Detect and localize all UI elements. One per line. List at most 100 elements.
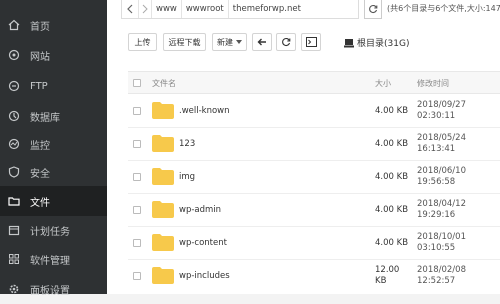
database-icon	[8, 110, 20, 122]
new-button-label: 新建	[217, 37, 233, 47]
arrow-left-icon	[257, 38, 266, 46]
file-size-unit: KB	[375, 276, 387, 286]
sidebar-item-label: 计划任务	[30, 226, 70, 238]
ftp-icon	[8, 80, 20, 92]
column-modified-header[interactable]: 修改时间	[417, 78, 449, 89]
row-checkbox[interactable]	[133, 107, 141, 115]
chevron-right-icon	[142, 4, 148, 14]
folder-icon	[152, 135, 174, 152]
column-name-header[interactable]: 文件名	[152, 78, 176, 89]
chevron-left-icon	[127, 4, 133, 14]
column-size-header[interactable]: 大小	[375, 78, 391, 89]
sidebar-item-label: 文件	[30, 197, 50, 209]
sidebar-item-cron[interactable]: 计划任务	[0, 215, 107, 245]
file-date: 2018/09/27	[417, 100, 466, 110]
root-directory-label: 根目录(31G)	[357, 39, 410, 49]
sidebar-item-label: 面板设置	[30, 285, 70, 297]
file-time: 12:52:57	[417, 276, 456, 286]
file-time: 16:13:41	[417, 144, 456, 154]
shield-icon	[8, 166, 20, 178]
hard-drive-icon	[344, 38, 354, 47]
breadcrumb-themeforwp[interactable]: themeforwp.net	[229, 0, 305, 18]
sidebar-item-label: 网站	[30, 51, 50, 63]
file-name-link[interactable]: 123	[179, 139, 195, 149]
sidebar: 首页 网站 FTP 数据库 监控 安全 文件 计划任务 软件管理 面板设置	[0, 0, 107, 297]
select-all-checkbox[interactable]	[133, 79, 141, 87]
back-button[interactable]	[252, 33, 272, 51]
path-separator	[139, 0, 152, 18]
refresh-icon	[282, 38, 291, 47]
sidebar-item-label: 监控	[30, 140, 50, 152]
row-checkbox[interactable]	[133, 173, 141, 181]
folder-icon	[152, 234, 174, 251]
table-row[interactable]: img 4.00 KB 2018/06/10 19:56:58	[128, 161, 500, 194]
path-back-button[interactable]	[122, 0, 139, 18]
sidebar-item-software[interactable]: 软件管理	[0, 244, 107, 274]
row-checkbox[interactable]	[133, 140, 141, 148]
file-date: 2018/06/10	[417, 166, 466, 176]
path-refresh-button[interactable]	[364, 0, 382, 19]
row-checkbox[interactable]	[133, 239, 141, 247]
file-size: 4.00 KB	[375, 139, 409, 149]
terminal-icon	[305, 37, 317, 47]
file-table: 文件名 大小 修改时间 .well-known 4.00 KB 2018/09/…	[128, 71, 500, 294]
sidebar-item-monitor[interactable]: 监控	[0, 129, 107, 159]
sidebar-item-database[interactable]: 数据库	[0, 101, 107, 131]
file-time: 19:29:16	[417, 210, 456, 220]
terminal-button[interactable]	[301, 33, 321, 51]
refresh-icon	[369, 5, 378, 14]
file-size: 4.00 KB	[375, 106, 409, 116]
table-row[interactable]: wp-includes 12.00 KB 2018/02/08 12:52:57	[128, 260, 500, 295]
globe-icon	[8, 49, 20, 61]
file-date: 2018/02/08	[417, 265, 466, 275]
folder-icon	[152, 168, 174, 185]
table-row[interactable]: .well-known 4.00 KB 2018/09/27 02:30:11	[128, 95, 500, 128]
breadcrumb-wwwroot[interactable]: wwwroot	[182, 0, 229, 18]
sidebar-item-ftp[interactable]: FTP	[0, 71, 107, 101]
refresh-button[interactable]	[276, 33, 296, 51]
new-dropdown-button[interactable]: 新建	[212, 33, 247, 51]
path-bar[interactable]: www wwwroot themeforwp.net	[121, 0, 359, 19]
folder-icon	[8, 197, 20, 206]
home-icon	[8, 19, 20, 31]
file-time: 03:10:55	[417, 243, 456, 253]
sidebar-item-settings[interactable]: 面板设置	[0, 274, 107, 304]
sidebar-item-label: 软件管理	[30, 255, 70, 267]
folder-icon	[152, 267, 174, 284]
calendar-icon	[8, 225, 20, 236]
file-time: 19:56:58	[417, 177, 456, 187]
file-name-link[interactable]: wp-admin	[179, 205, 221, 215]
gear-icon	[9, 284, 19, 294]
folder-icon	[152, 201, 174, 218]
sidebar-item-files[interactable]: 文件	[0, 186, 107, 216]
table-row[interactable]: wp-content 4.00 KB 2018/10/01 03:10:55	[128, 227, 500, 260]
breadcrumb-www[interactable]: www	[152, 0, 182, 18]
file-name-link[interactable]: wp-content	[179, 238, 227, 248]
file-date: 2018/05/24	[417, 133, 466, 143]
upload-button[interactable]: 上传	[128, 33, 157, 51]
table-row[interactable]: 123 4.00 KB 2018/05/24 16:13:41	[128, 128, 500, 161]
sidebar-item-website[interactable]: 网站	[0, 40, 107, 70]
sidebar-item-security[interactable]: 安全	[0, 157, 107, 187]
sidebar-item-label: 数据库	[30, 112, 60, 124]
grid-icon	[9, 254, 19, 264]
file-size: 12.00	[375, 265, 400, 275]
row-checkbox[interactable]	[133, 206, 141, 214]
row-checkbox[interactable]	[133, 272, 141, 280]
caret-down-icon	[236, 40, 242, 44]
file-date: 2018/10/01	[417, 232, 466, 242]
file-name-link[interactable]: .well-known	[179, 106, 230, 116]
file-name-link[interactable]: img	[179, 172, 195, 182]
file-size: 4.00 KB	[375, 172, 409, 182]
file-date: 2018/04/12	[417, 199, 466, 209]
root-directory-button[interactable]: 根目录(31G)	[344, 36, 409, 49]
file-name-link[interactable]: wp-includes	[179, 271, 230, 281]
sidebar-item-label: 安全	[30, 168, 50, 180]
monitor-icon	[8, 138, 20, 150]
sidebar-item-label: FTP	[30, 80, 48, 92]
table-row[interactable]: wp-admin 4.00 KB 2018/04/12 19:29:16	[128, 194, 500, 227]
sidebar-item-home[interactable]: 首页	[0, 10, 107, 40]
folder-icon	[152, 102, 174, 119]
table-header: 文件名 大小 修改时间	[128, 72, 500, 94]
remote-download-button[interactable]: 远程下载	[163, 33, 206, 51]
